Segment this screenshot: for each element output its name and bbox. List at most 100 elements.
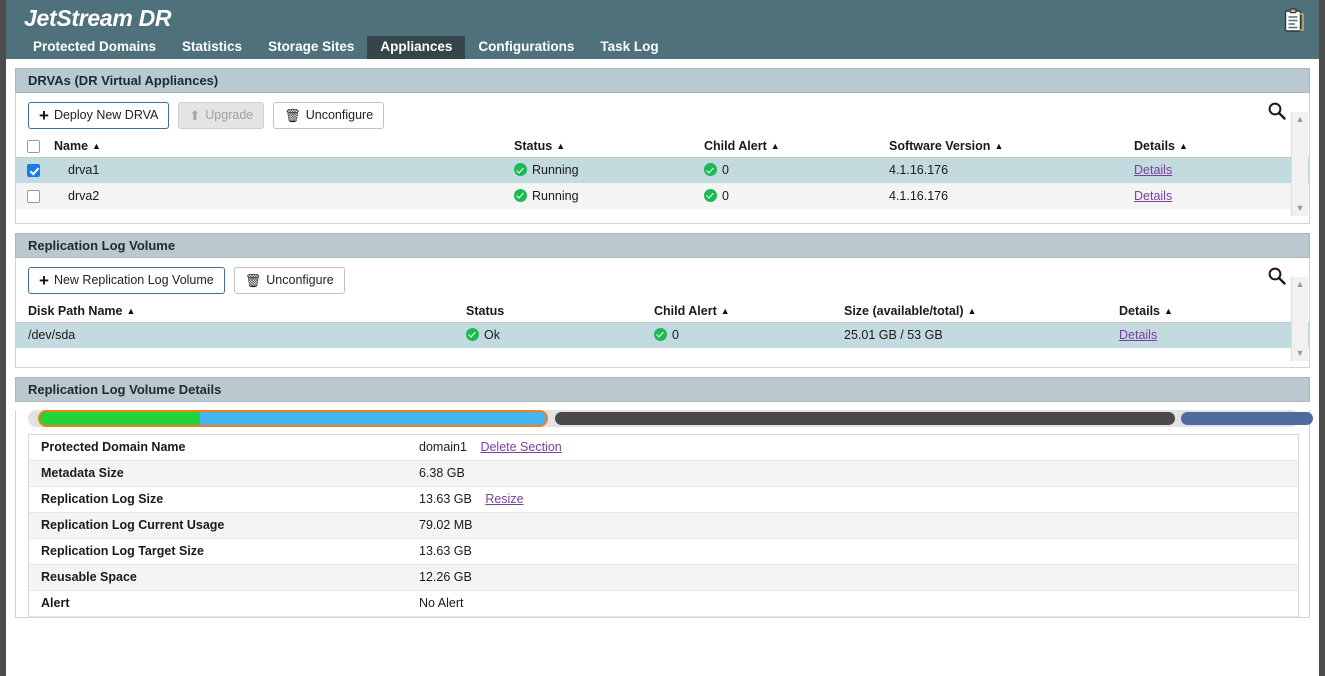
details-label: Replication Log Size: [29, 486, 419, 513]
alert-ok-icon: [704, 188, 717, 202]
row-checkbox[interactable]: [27, 189, 40, 203]
cell-software-version: 4.1.16.176: [889, 183, 1134, 209]
unconfigure-rlv-button[interactable]: 🗑 Unconfigure: [233, 267, 345, 294]
cell-details: Details: [1119, 322, 1309, 348]
sort-asc-icon: ▲: [1164, 306, 1173, 316]
details-value-text: domain1: [419, 440, 467, 454]
rlv-scrollbar[interactable]: ▲ ▼: [1291, 277, 1308, 361]
tab-task-log[interactable]: Task Log: [587, 36, 671, 59]
trash-icon: 🗑: [244, 273, 262, 288]
col-disk-path-name[interactable]: Disk Path Name ▲: [16, 301, 466, 323]
usage-bar: [28, 410, 1313, 427]
tab-appliances[interactable]: Appliances: [367, 36, 466, 59]
details-value: 12.26 GB: [419, 564, 1298, 591]
cell-child-alert: 0: [704, 157, 889, 184]
tab-statistics[interactable]: Statistics: [169, 36, 255, 59]
drvas-table: Name ▲ Status ▲ Child Alert ▲ Software Vers…: [16, 136, 1309, 209]
col-disk-path-name-label: Disk Path Name: [28, 304, 123, 318]
upgrade-button[interactable]: ⬆ Upgrade: [178, 102, 265, 129]
cell-status: Running: [514, 183, 704, 209]
col-child-alert[interactable]: Child Alert ▲: [654, 301, 844, 323]
col-details[interactable]: Details ▲: [1119, 301, 1309, 323]
table-row[interactable]: drva2 Running 0 4.1.16.176 Details: [16, 183, 1309, 209]
details-label: Alert: [29, 590, 419, 617]
cell-child-alert-label: 0: [672, 328, 679, 342]
details-value: 13.63 GB: [419, 538, 1298, 565]
resize-link[interactable]: Resize: [485, 492, 523, 506]
cell-status-label: Running: [532, 188, 579, 203]
scroll-down-icon[interactable]: ▼: [1296, 349, 1305, 358]
rlv-panel-title: Replication Log Volume: [15, 233, 1310, 258]
cell-name: drva2: [42, 183, 514, 209]
scroll-down-icon[interactable]: ▼: [1296, 204, 1305, 213]
details-value: domain1 Delete Section: [419, 435, 1298, 461]
col-details[interactable]: Details ▲: [1134, 136, 1309, 159]
unconfigure-drva-button[interactable]: 🗑 Unconfigure: [273, 102, 385, 129]
select-all-checkbox[interactable]: [27, 140, 40, 154]
replication-log-volume-panel: Replication Log Volume + New Replication…: [15, 233, 1310, 368]
upload-arrow-icon: ⬆: [189, 108, 201, 123]
col-status[interactable]: Status: [466, 301, 654, 323]
col-software-version-label: Software Version: [889, 139, 991, 154]
status-ok-icon: [514, 163, 527, 177]
cell-status: Ok: [466, 322, 654, 348]
tab-configurations[interactable]: Configurations: [465, 36, 587, 59]
sort-asc-icon: ▲: [770, 141, 780, 152]
details-label: Replication Log Current Usage: [29, 512, 419, 539]
trash-icon: 🗑: [284, 108, 301, 123]
drvas-panel: DRVAs (DR Virtual Appliances) + Deploy N…: [15, 68, 1310, 224]
col-size[interactable]: Size (available/total) ▲: [844, 301, 1119, 323]
tab-storage-sites[interactable]: Storage Sites: [255, 36, 367, 59]
details-link[interactable]: Details: [1134, 163, 1172, 177]
cell-child-alert: 0: [704, 183, 889, 209]
deploy-new-drva-button[interactable]: + Deploy New DRVA: [28, 102, 170, 129]
details-row: Replication Log Current Usage 79.02 MB: [29, 512, 1298, 539]
details-row: Metadata Size 6.38 GB: [29, 460, 1298, 487]
rlv-header-row: Disk Path Name ▲ Status Child Alert ▲ Size…: [16, 301, 1309, 323]
scroll-up-icon[interactable]: ▲: [1296, 280, 1305, 289]
scroll-up-icon[interactable]: ▲: [1296, 115, 1305, 124]
upgrade-label: Upgrade: [205, 108, 254, 122]
usage-segment-metadata: [40, 412, 200, 425]
details-link[interactable]: Details: [1134, 189, 1172, 203]
col-child-alert[interactable]: Child Alert ▲: [704, 136, 889, 159]
row-checkbox[interactable]: [27, 164, 40, 178]
cell-disk-path-name: /dev/sda: [16, 322, 466, 348]
cell-status: Running: [514, 157, 704, 184]
table-row[interactable]: /dev/sda Ok 0 25.01 GB / 53 GB Details: [16, 322, 1309, 348]
details-label: Reusable Space: [29, 564, 419, 591]
details-row: Reusable Space 12.26 GB: [29, 564, 1298, 591]
details-panel-body: Protected Domain Name domain1 Delete Sec…: [15, 410, 1313, 618]
details-table-wrap: Protected Domain Name domain1 Delete Sec…: [28, 434, 1299, 617]
table-row[interactable]: drva1 Running 0 4.1.16.176 Details: [16, 157, 1309, 184]
col-software-version[interactable]: Software Version ▲: [889, 136, 1134, 159]
app-window: JetStream DR Protected Domains Statistic…: [0, 0, 1325, 676]
tab-protected-domains[interactable]: Protected Domains: [20, 36, 169, 59]
details-label: Protected Domain Name: [29, 435, 419, 461]
clipboard-icon[interactable]: [1283, 8, 1305, 34]
sort-asc-icon: ▲: [720, 306, 730, 316]
usage-segment-replication-log: [200, 412, 546, 425]
new-replication-log-volume-button[interactable]: + New Replication Log Volume: [28, 267, 225, 294]
plus-icon: +: [39, 106, 49, 125]
col-details-label: Details: [1134, 139, 1175, 154]
drvas-panel-body: + Deploy New DRVA ⬆ Upgrade 🗑 Unconfigur…: [15, 93, 1310, 224]
unconfigure-drva-label: Unconfigure: [305, 108, 374, 122]
col-child-alert-label: Child Alert: [654, 304, 717, 318]
search-icon[interactable]: [1267, 101, 1287, 121]
col-name-label: Name: [54, 139, 89, 154]
usage-segment-used: [38, 410, 548, 427]
cell-status-label: Ok: [484, 328, 500, 342]
alert-ok-icon: [654, 328, 667, 341]
alert-ok-icon: [704, 163, 717, 177]
search-icon[interactable]: [1267, 266, 1287, 286]
cell-name: drva1: [42, 157, 514, 184]
status-ok-icon: [514, 188, 527, 202]
drvas-scrollbar[interactable]: ▲ ▼: [1291, 112, 1308, 216]
delete-section-link[interactable]: Delete Section: [480, 440, 561, 454]
details-link[interactable]: Details: [1119, 328, 1157, 342]
col-status[interactable]: Status ▲: [514, 136, 704, 159]
details-value: 13.63 GB Resize: [419, 486, 1298, 513]
details-row: Protected Domain Name domain1 Delete Sec…: [29, 435, 1298, 461]
col-name[interactable]: Name ▲: [42, 136, 514, 159]
